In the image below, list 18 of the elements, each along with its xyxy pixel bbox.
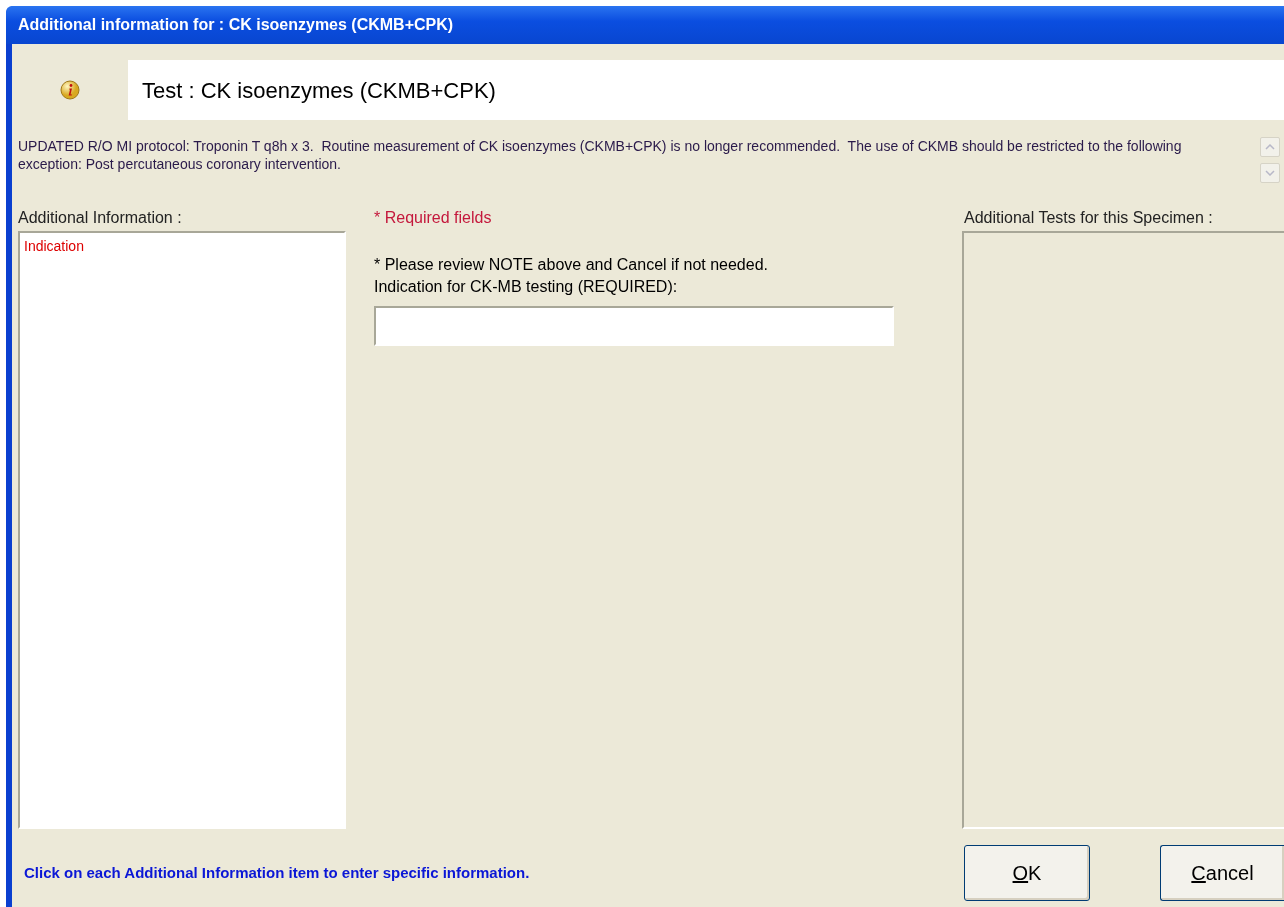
question-text: Indication for CK-MB testing (REQUIRED): [374, 277, 679, 297]
list-item[interactable]: Indication [24, 236, 340, 257]
answer-field[interactable] [374, 306, 894, 346]
info-icon [60, 80, 80, 100]
caret-up-icon [1265, 144, 1275, 150]
caret-down-icon [1265, 170, 1275, 176]
cancel-button[interactable]: Cancel [1160, 845, 1284, 901]
question-text: * Please review NOTE above and Cancel if not needed. [374, 255, 769, 275]
section-label: Additional Information : [18, 209, 182, 226]
note-text: UPDATED R/O MI protocol: Troponin T q8h x 3. Routine measurement of CK isoenzymes (CKMB+CPK) is no longer recommended. The use of CKMB should be restricted to the following exception: Post percutaneous coronary intervention. [18, 137, 1183, 174]
scroll-up-button[interactable] [1260, 137, 1280, 157]
section-label: Additional Tests for this Specimen : [964, 209, 1213, 226]
scroll-down-button[interactable] [1260, 163, 1280, 183]
test-title: Test : CK isoenzymes (CKMB+CPK) [142, 76, 496, 105]
ok-button[interactable]: OK [964, 845, 1090, 901]
required-note: * Required fields [374, 209, 492, 226]
hint-text: Click on each Additional Information item to enter specific information. [24, 863, 530, 881]
window-title: Additional information for : CK isoenzymes (CKMB+CPK) [6, 6, 1284, 44]
